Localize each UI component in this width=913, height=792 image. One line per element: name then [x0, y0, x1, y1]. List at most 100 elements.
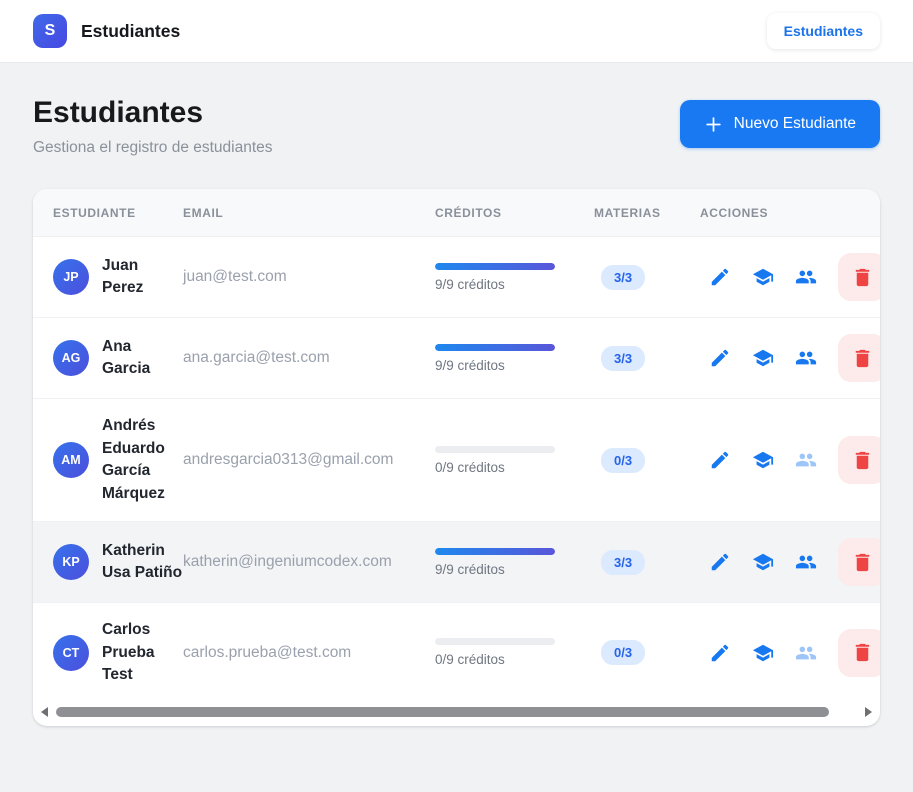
nav-estudiantes-chip[interactable]: Estudiantes — [767, 13, 880, 49]
delete-button[interactable] — [838, 436, 880, 484]
student-name: Juan Perez — [102, 255, 183, 300]
plus-icon — [704, 115, 723, 134]
subjects-button[interactable] — [752, 266, 774, 288]
trash-icon — [851, 551, 874, 574]
pencil-icon — [709, 347, 731, 369]
credits-cell: 0/9 créditos — [435, 446, 594, 475]
materias-cell: 0/3 — [594, 640, 700, 665]
student-cell: AG Ana Garcia — [33, 336, 183, 381]
trash-icon — [851, 347, 874, 370]
credits-label: 0/9 créditos — [435, 652, 594, 667]
table-body: JP Juan Perez juan@test.com 9/9 créditos… — [33, 237, 880, 703]
trash-icon — [851, 266, 874, 289]
group-button[interactable] — [795, 266, 817, 288]
credits-cell: 9/9 créditos — [435, 344, 594, 373]
actions-cell — [700, 436, 880, 484]
student-email: carlos.prueba@test.com — [183, 644, 435, 662]
pencil-icon — [709, 551, 731, 573]
credits-progressbar — [435, 263, 555, 270]
people-icon — [795, 551, 817, 573]
table-row: CT Carlos Prueba Test carlos.prueba@test… — [33, 603, 880, 703]
group-button[interactable] — [795, 551, 817, 573]
scrollbar-track[interactable] — [54, 707, 859, 717]
new-student-button-label: Nuevo Estudiante — [734, 115, 856, 133]
graduation-cap-icon — [752, 266, 774, 288]
student-email: ana.garcia@test.com — [183, 349, 435, 367]
people-icon — [795, 449, 817, 471]
avatar: JP — [53, 259, 89, 295]
graduation-cap-icon — [752, 449, 774, 471]
page-head: Estudiantes Gestiona el registro de estu… — [33, 95, 880, 159]
page-subtitle: Gestiona el registro de estudiantes — [33, 137, 273, 159]
student-email: andresgarcia0313@gmail.com — [183, 451, 435, 469]
credits-label: 9/9 créditos — [435, 277, 594, 292]
credits-progressbar — [435, 344, 555, 351]
credits-label: 9/9 créditos — [435, 562, 594, 577]
materias-badge: 3/3 — [601, 550, 645, 575]
group-button[interactable] — [795, 347, 817, 369]
subjects-button[interactable] — [752, 642, 774, 664]
delete-button[interactable] — [838, 538, 880, 586]
credits-progress-fill — [435, 263, 555, 270]
delete-button[interactable] — [838, 629, 880, 677]
scroll-right-arrow-icon[interactable] — [865, 707, 872, 717]
materias-cell: 3/3 — [594, 265, 700, 290]
actions-cell — [700, 253, 880, 301]
page-head-text: Estudiantes Gestiona el registro de estu… — [33, 95, 273, 159]
edit-button[interactable] — [709, 266, 731, 288]
edit-button[interactable] — [709, 449, 731, 471]
student-cell: CT Carlos Prueba Test — [33, 619, 183, 687]
group-button[interactable] — [795, 642, 817, 664]
materias-cell: 3/3 — [594, 346, 700, 371]
app-title: Estudiantes — [81, 21, 180, 42]
column-header-email: EMAIL — [183, 206, 435, 220]
table-row: AG Ana Garcia ana.garcia@test.com 9/9 cr… — [33, 318, 880, 399]
delete-button[interactable] — [838, 253, 880, 301]
students-table-card: ESTUDIANTE EMAIL CRÉDITOS MATERIAS ACCIO… — [33, 189, 880, 726]
materias-cell: 0/3 — [594, 448, 700, 473]
credits-label: 0/9 créditos — [435, 460, 594, 475]
app-header: S Estudiantes Estudiantes — [0, 0, 913, 63]
column-header-acciones: ACCIONES — [700, 206, 880, 220]
edit-button[interactable] — [709, 551, 731, 573]
table-row: KP Katherin Usa Patiño katherin@ingenium… — [33, 522, 880, 603]
graduation-cap-icon — [752, 642, 774, 664]
materias-badge: 0/3 — [601, 448, 645, 473]
edit-button[interactable] — [709, 347, 731, 369]
app-logo-letter: S — [45, 22, 56, 40]
group-button[interactable] — [795, 449, 817, 471]
graduation-cap-icon — [752, 551, 774, 573]
student-name: Ana Garcia — [102, 336, 183, 381]
subjects-button[interactable] — [752, 347, 774, 369]
edit-button[interactable] — [709, 642, 731, 664]
credits-label: 9/9 créditos — [435, 358, 594, 373]
graduation-cap-icon — [752, 347, 774, 369]
credits-progress-fill — [435, 548, 555, 555]
student-email: katherin@ingeniumcodex.com — [183, 553, 435, 571]
scroll-left-arrow-icon[interactable] — [41, 707, 48, 717]
materias-cell: 3/3 — [594, 550, 700, 575]
column-header-estudiante: ESTUDIANTE — [33, 206, 183, 220]
credits-cell: 0/9 créditos — [435, 638, 594, 667]
student-cell: KP Katherin Usa Patiño — [33, 540, 183, 585]
credits-progressbar — [435, 446, 555, 453]
avatar: AM — [53, 442, 89, 478]
students-table: ESTUDIANTE EMAIL CRÉDITOS MATERIAS ACCIO… — [33, 189, 880, 703]
student-email: juan@test.com — [183, 268, 435, 286]
people-icon — [795, 266, 817, 288]
subjects-button[interactable] — [752, 551, 774, 573]
pencil-icon — [709, 642, 731, 664]
scrollbar-thumb[interactable] — [56, 707, 829, 717]
delete-button[interactable] — [838, 334, 880, 382]
main-content: Estudiantes Gestiona el registro de estu… — [0, 63, 913, 726]
table-row: JP Juan Perez juan@test.com 9/9 créditos… — [33, 237, 880, 318]
credits-progress-fill — [435, 344, 555, 351]
table-row: AM Andrés Eduardo García Márquez andresg… — [33, 399, 880, 522]
subjects-button[interactable] — [752, 449, 774, 471]
column-header-creditos: CRÉDITOS — [435, 206, 594, 220]
new-student-button[interactable]: Nuevo Estudiante — [680, 100, 880, 148]
student-cell: JP Juan Perez — [33, 255, 183, 300]
student-cell: AM Andrés Eduardo García Márquez — [33, 415, 183, 505]
column-header-materias: MATERIAS — [594, 206, 700, 220]
horizontal-scrollbar[interactable] — [33, 703, 880, 721]
